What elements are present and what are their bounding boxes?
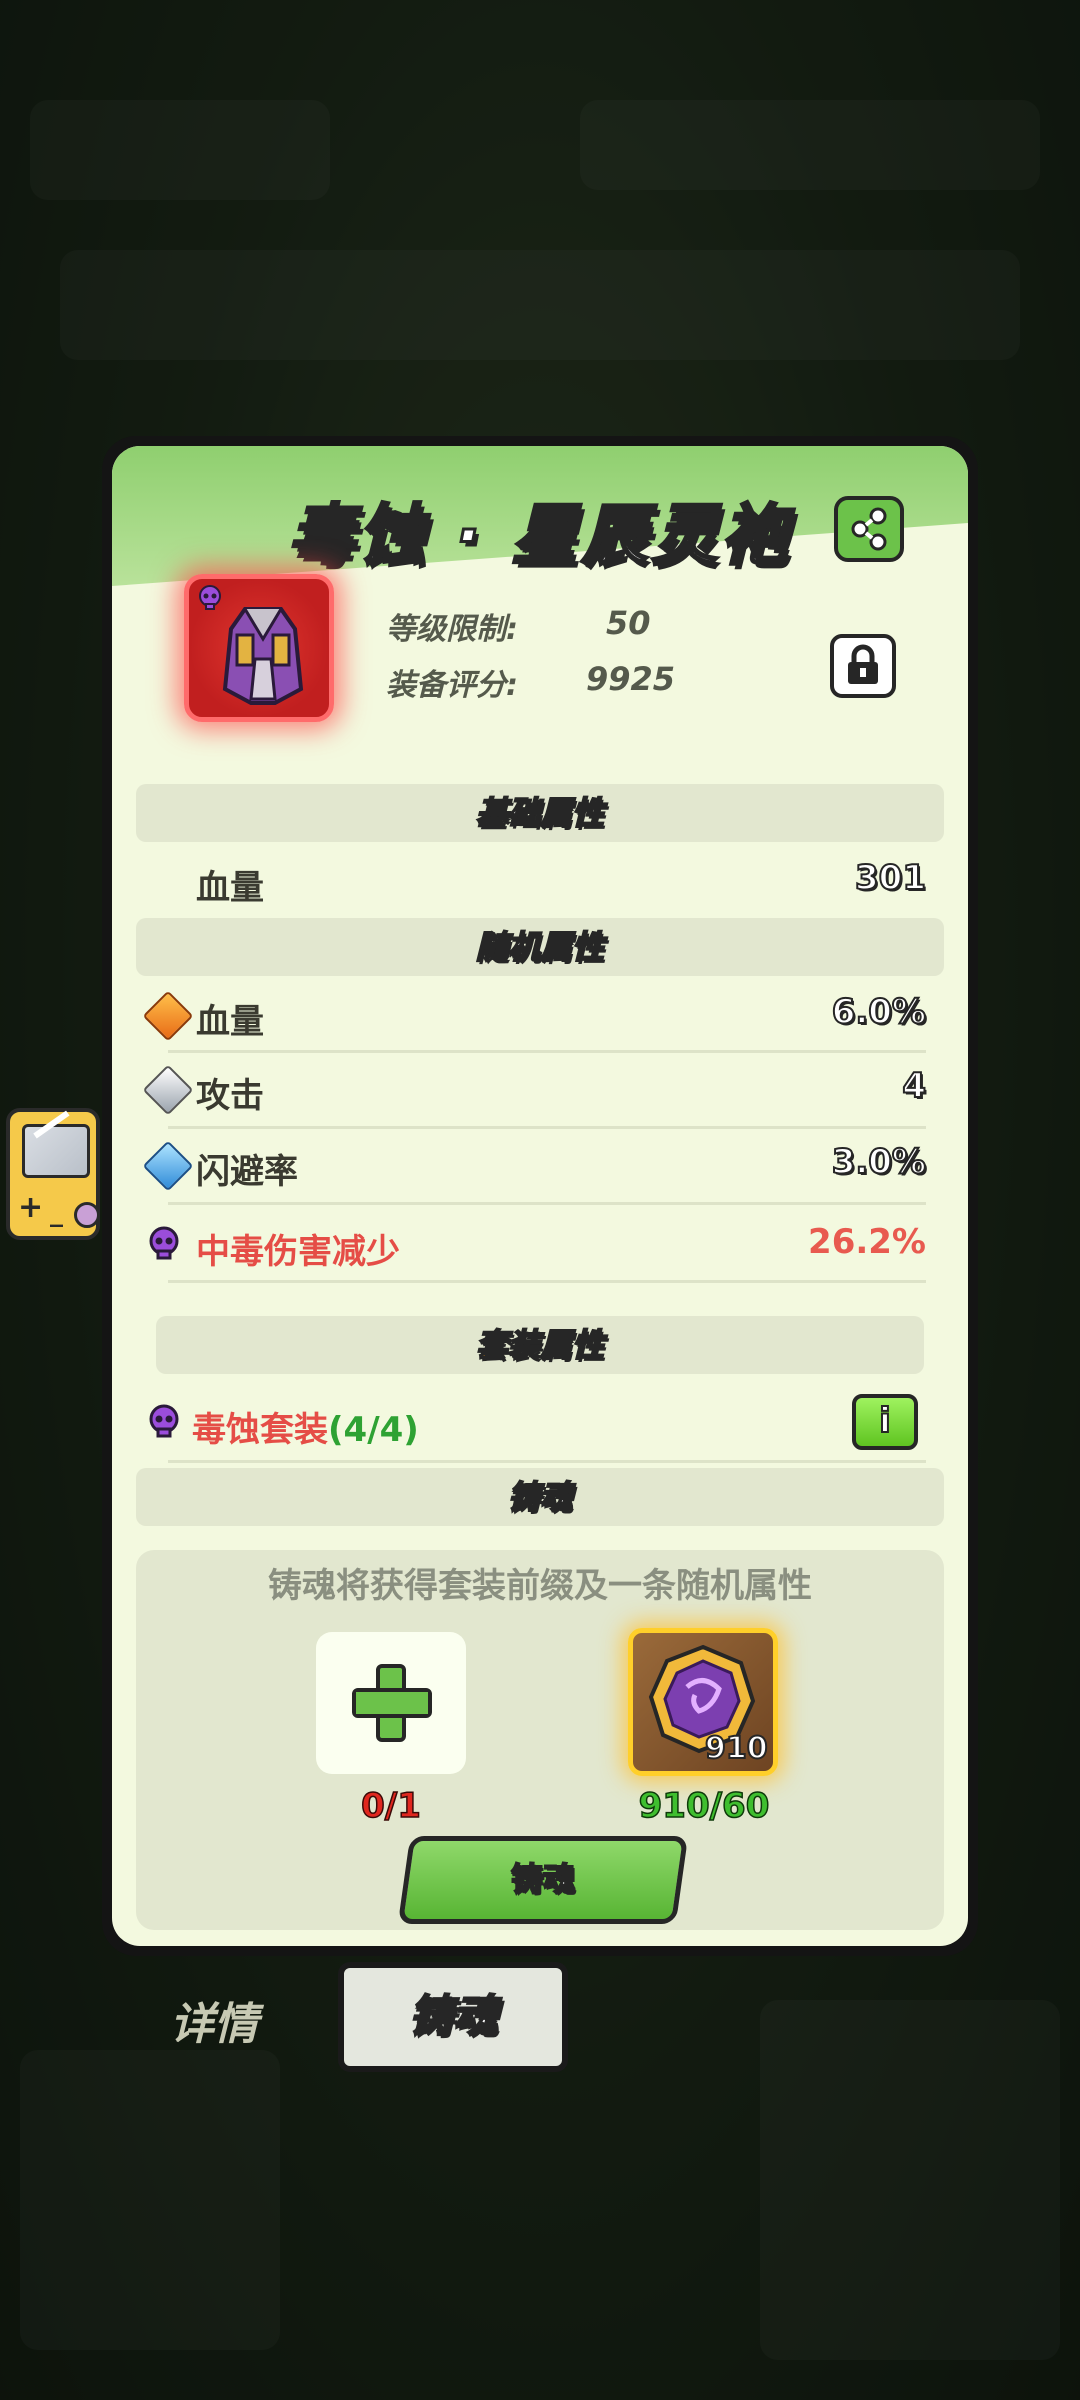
lock-icon bbox=[848, 644, 878, 684]
material-owned-count: 910 bbox=[704, 1730, 769, 1767]
item-icon-frame[interactable] bbox=[184, 574, 334, 722]
random-hp-label: 血量 bbox=[196, 1002, 264, 1042]
section-set-attributes: 套装属性 bbox=[156, 1316, 924, 1374]
equip-score-label: 装备评分: bbox=[386, 668, 518, 703]
random-poison-reduction-value: 26.2% bbox=[808, 1222, 926, 1262]
set-name: 毒蚀套装 bbox=[192, 1410, 328, 1450]
set-bonus-label: 毒蚀套装(4/4) bbox=[192, 1402, 419, 1451]
gameboy-icon bbox=[22, 1124, 90, 1178]
random-hp-value: 6.0% bbox=[831, 991, 927, 1033]
random-dodge-value: 3.0% bbox=[831, 1141, 927, 1183]
section-base-attributes: 基础属性 bbox=[136, 784, 944, 842]
tab-forge[interactable]: 铸魂 bbox=[338, 1962, 568, 2072]
section-random-attributes: 随机属性 bbox=[136, 918, 944, 976]
level-limit-label: 等级限制: bbox=[386, 612, 518, 647]
slot-requirement: 0/1 bbox=[360, 1785, 421, 1827]
poison-skull-icon bbox=[149, 1226, 179, 1260]
random-dodge-label: 闪避率 bbox=[196, 1152, 298, 1192]
poison-skull-icon bbox=[149, 1404, 179, 1438]
tab-details[interactable]: 详情 bbox=[170, 1988, 258, 2052]
equip-score-value: 9925 bbox=[586, 660, 676, 698]
random-attack-label: 攻击 bbox=[196, 1076, 264, 1116]
set-count: (4/4) bbox=[328, 1410, 419, 1450]
forge-button-label: 铸魂 bbox=[510, 1859, 576, 1899]
base-hp-value: 301 bbox=[854, 857, 927, 899]
gameboy-shortcut-button[interactable]: + _ bbox=[6, 1108, 100, 1240]
random-poison-reduction-label: 中毒伤害减少 bbox=[196, 1232, 400, 1272]
forge-description: 铸魂将获得套装前缀及一条随机属性 bbox=[268, 1566, 812, 1606]
set-info-button[interactable]: i bbox=[852, 1394, 918, 1450]
share-button[interactable] bbox=[834, 496, 904, 562]
robe-armor-icon bbox=[222, 607, 304, 705]
base-hp-label: 血量 bbox=[196, 868, 264, 908]
info-icon: i bbox=[878, 1400, 892, 1442]
forge-material-slot[interactable]: 910 bbox=[628, 1628, 778, 1776]
material-requirement: 910/60 bbox=[638, 1785, 770, 1827]
section-forge: 铸魂 bbox=[136, 1468, 944, 1526]
forge-add-slot[interactable] bbox=[316, 1632, 466, 1774]
share-icon bbox=[851, 507, 887, 551]
forge-button[interactable]: 铸魂 bbox=[397, 1836, 689, 1924]
lock-button[interactable] bbox=[830, 634, 896, 698]
level-limit-value: 50 bbox=[606, 604, 651, 642]
random-attack-value: 4 bbox=[901, 1065, 927, 1107]
